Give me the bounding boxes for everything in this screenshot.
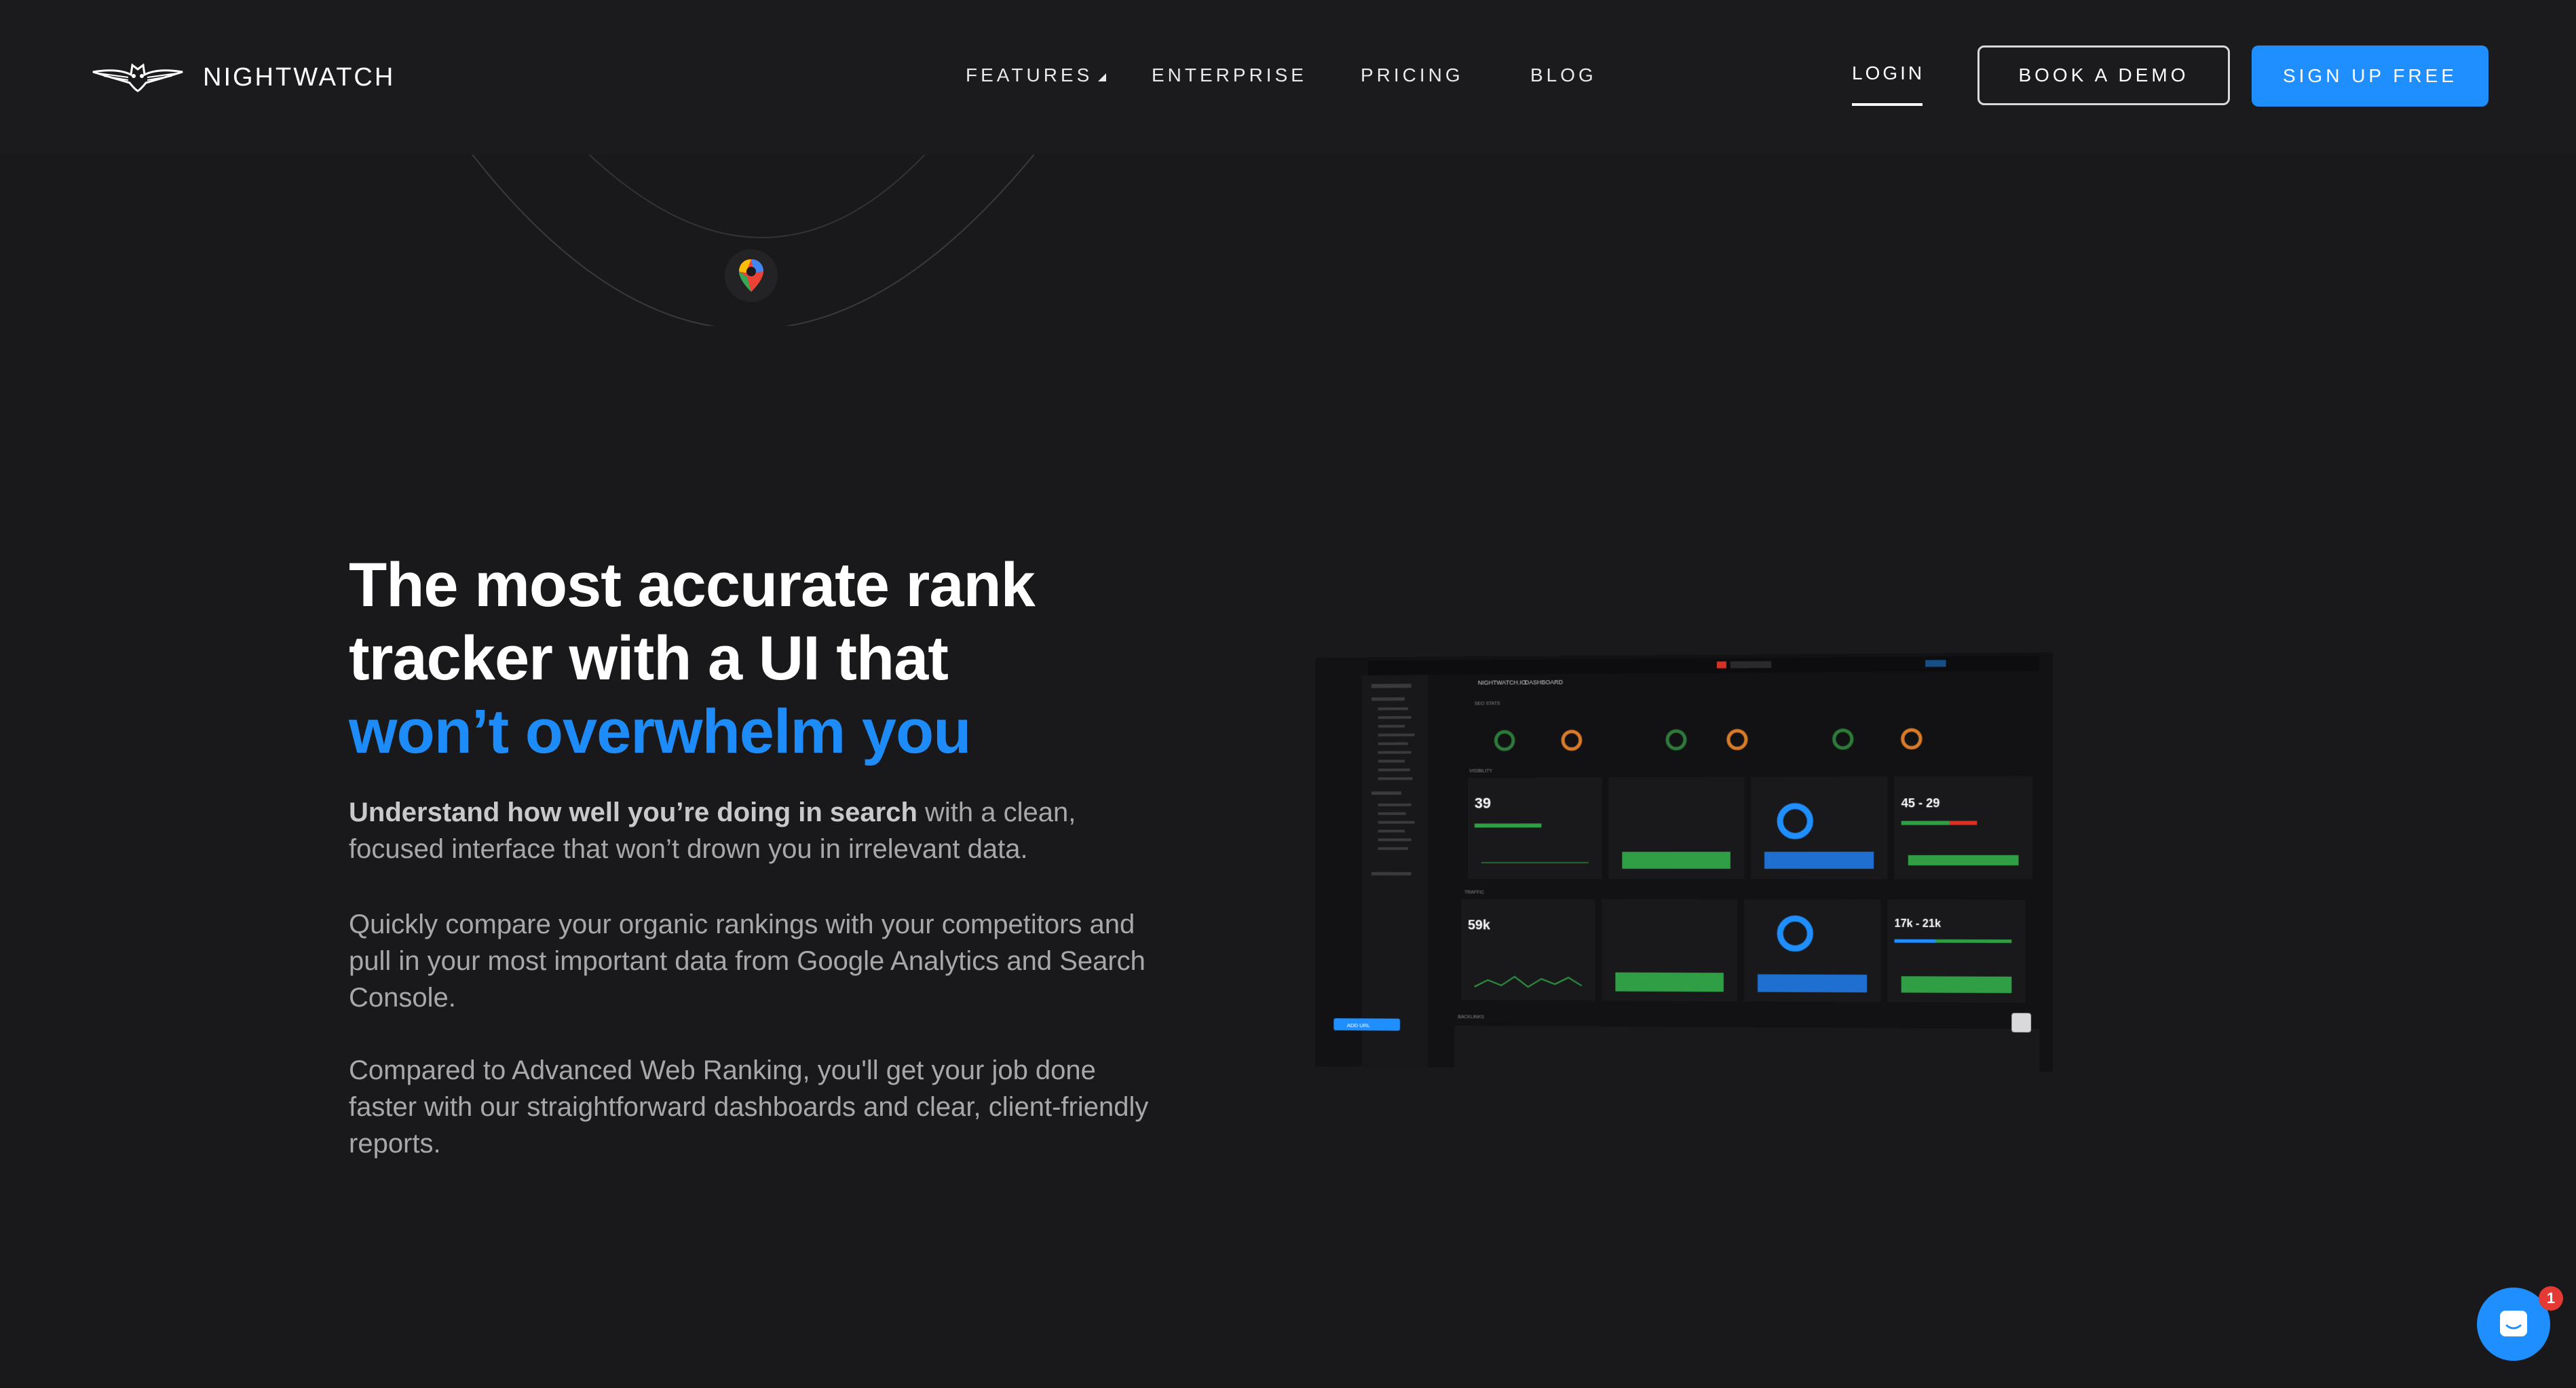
- nav-pricing[interactable]: PRICING: [1361, 64, 1464, 86]
- brand-logo[interactable]: NIGHTWATCH: [90, 60, 395, 95]
- book-demo-button[interactable]: BOOK A DEMO: [1977, 45, 2230, 105]
- sign-up-button[interactable]: SIGN UP FREE: [2252, 45, 2488, 107]
- dashboard-screenshot: ADD URL NIGHTWATCH.IO DASHBOARD SEO STAT…: [1315, 652, 2053, 1072]
- section-visibility: VISIBILITY: [1469, 769, 1492, 774]
- nav-features[interactable]: FEATURES: [966, 64, 1107, 86]
- chat-unread-badge: 1: [2539, 1286, 2563, 1311]
- brand-name: NIGHTWATCH: [203, 62, 396, 92]
- nav-blog[interactable]: BLOG: [1530, 64, 1597, 86]
- headline-line-1: The most accurate rank: [349, 550, 1036, 620]
- headline-line-2: tracker with a UI that: [349, 624, 949, 693]
- google-maps-pin-icon: [725, 249, 778, 302]
- section-traffic: TRAFFIC: [1464, 890, 1484, 895]
- login-underline: [1852, 103, 1922, 106]
- dashboard-subtitle: DASHBOARD: [1525, 679, 1564, 686]
- section-seo-stats: SEO STATS: [1475, 701, 1500, 706]
- dashboard-mockup: ADD URL NIGHTWATCH.IO DASHBOARD SEO STAT…: [1315, 652, 2053, 1072]
- nav-features-label: FEATURES: [966, 64, 1093, 86]
- hero-paragraph-2: Quickly compare your organic rankings wi…: [349, 909, 1145, 1013]
- new-returning-value: 17k - 21k: [1895, 918, 1942, 930]
- keyword-ratio-value: 45 - 29: [1901, 796, 1940, 810]
- hero-paragraph-1: Understand how well you’re doing in sear…: [349, 794, 1150, 867]
- dashboard-title: NIGHTWATCH.IO: [1478, 679, 1526, 686]
- chat-icon: [2500, 1311, 2527, 1336]
- nav-enterprise[interactable]: ENTERPRISE: [1152, 64, 1307, 86]
- section-backlinks: BACKLINKS: [1458, 1015, 1484, 1019]
- para1-bold: Understand how well you’re doing in sear…: [349, 798, 917, 827]
- hero-headline: The most accurate rank tracker with a UI…: [349, 548, 1177, 768]
- headline-accent: won’t overwhelm you: [349, 697, 971, 766]
- total-sessions-value: 59k: [1468, 918, 1491, 933]
- caret-icon: [1098, 73, 1107, 81]
- login-link[interactable]: LOGIN: [1852, 62, 1925, 84]
- owl-wings-icon: [92, 63, 183, 92]
- avg-position-value: 39: [1475, 794, 1491, 811]
- add-url-label: ADD URL: [1347, 1022, 1371, 1028]
- hero-paragraph-3: Compared to Advanced Web Ranking, you'll…: [349, 1055, 1149, 1159]
